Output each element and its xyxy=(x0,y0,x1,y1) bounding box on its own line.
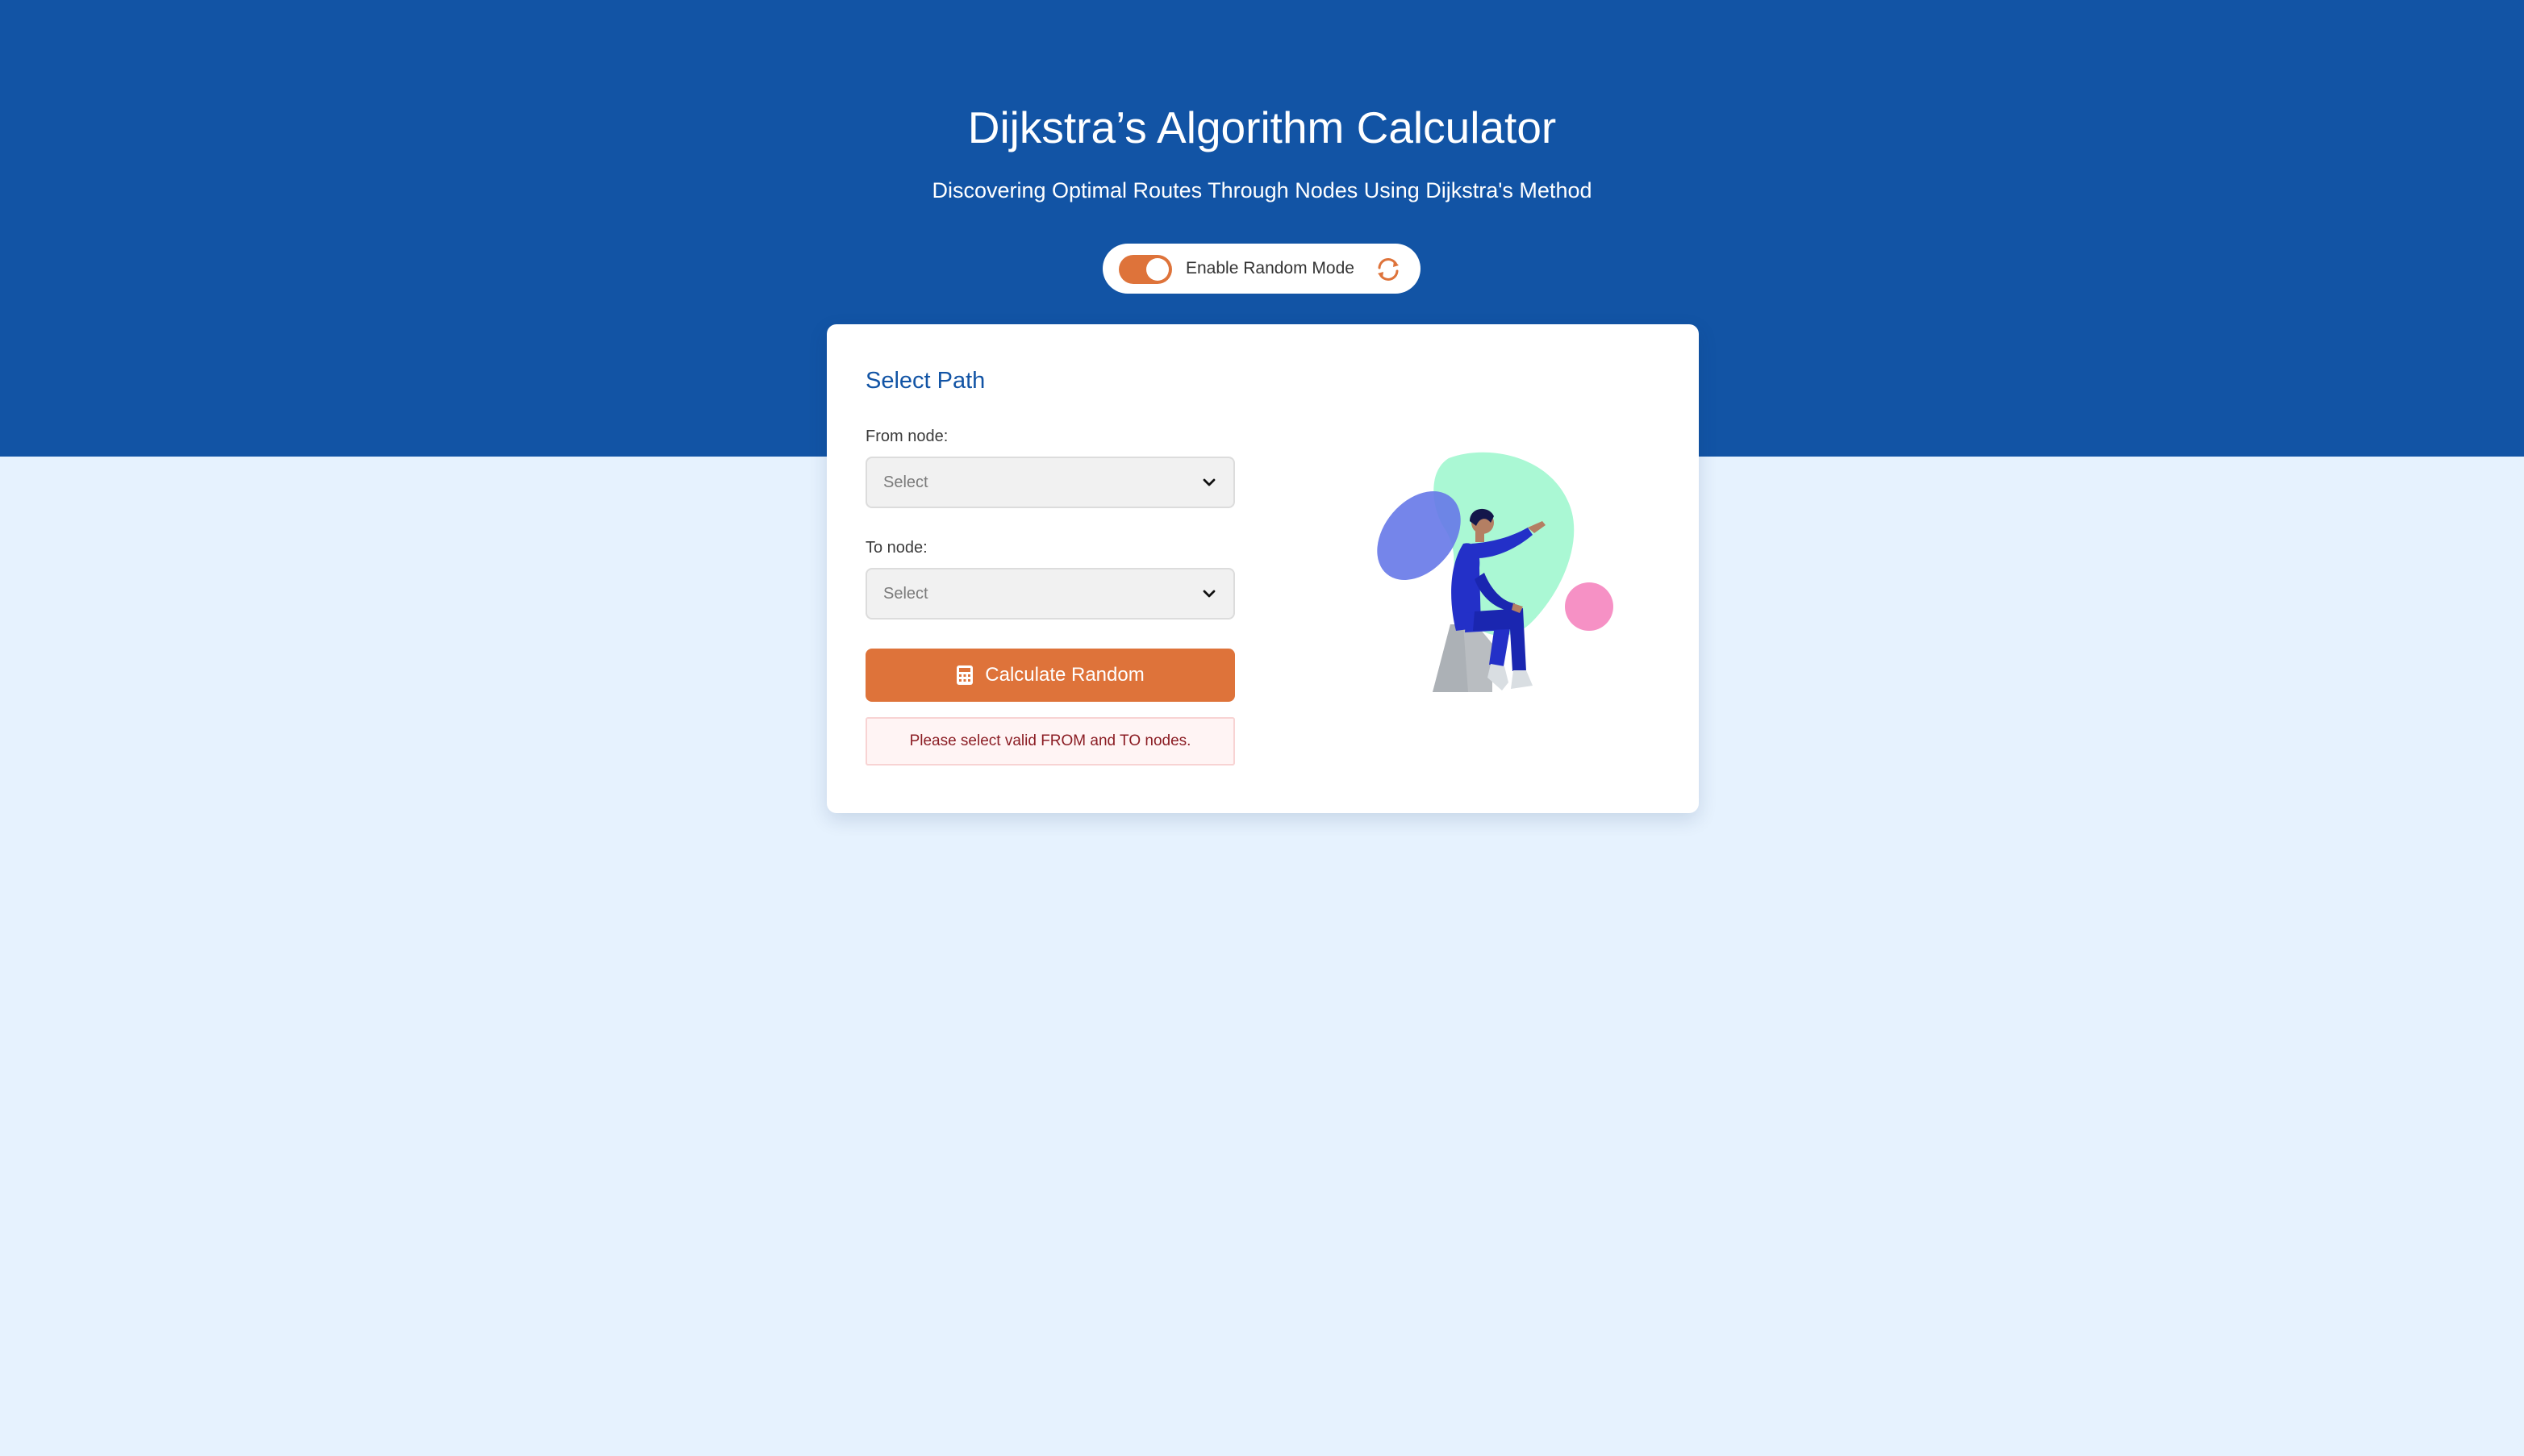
from-node-select[interactable]: Select xyxy=(866,457,1235,508)
error-text: Please select valid FROM and TO nodes. xyxy=(909,732,1191,749)
chevron-down-icon xyxy=(1203,590,1216,598)
random-mode-toggle[interactable] xyxy=(1119,255,1172,284)
random-mode-control: Enable Random Mode xyxy=(1103,244,1421,294)
calculate-random-button[interactable]: Calculate Random xyxy=(866,649,1235,702)
from-node-label: From node: xyxy=(866,428,949,445)
page-title: Dijkstra’s Algorithm Calculator xyxy=(967,102,1557,152)
to-node-value: Select xyxy=(883,585,928,603)
random-mode-label: Enable Random Mode xyxy=(1186,259,1354,277)
toggle-knob xyxy=(1146,258,1169,281)
calculator-icon xyxy=(957,665,974,685)
to-node-select[interactable]: Select xyxy=(866,568,1235,620)
from-node-value: Select xyxy=(883,474,928,491)
page-subtitle: Discovering Optimal Routes Through Nodes… xyxy=(932,178,1592,202)
error-message: Please select valid FROM and TO nodes. xyxy=(866,717,1235,766)
refresh-icon[interactable] xyxy=(1373,254,1404,285)
person-pointing-illustration xyxy=(1377,452,1613,692)
path-selection-card: Select Path From node: Select To node: S… xyxy=(827,324,1699,813)
to-node-label: To node: xyxy=(866,539,928,557)
chevron-down-icon xyxy=(1203,478,1216,486)
card-title: Select Path xyxy=(866,368,986,394)
calculate-button-label: Calculate Random xyxy=(985,664,1145,686)
